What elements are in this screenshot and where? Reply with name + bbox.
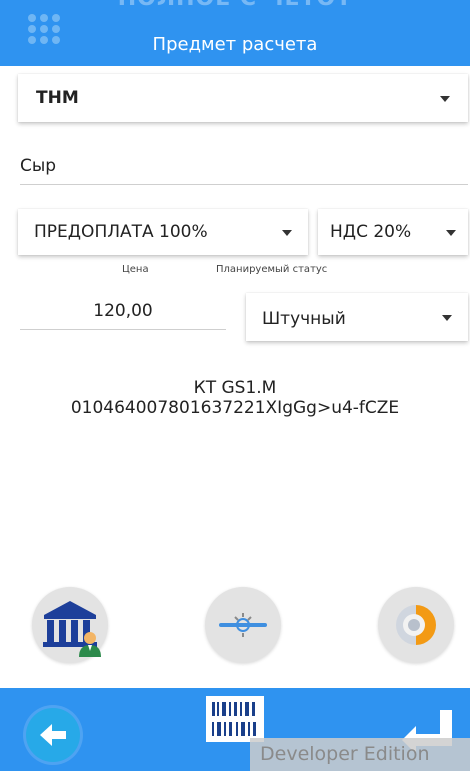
arrow-left-icon	[40, 724, 66, 746]
bank-with-person-icon	[43, 601, 101, 657]
vat-rate-select[interactable]: НДС 20%	[318, 209, 468, 255]
barcode-icon[interactable]	[206, 696, 264, 742]
scanner-icon	[219, 613, 267, 637]
planned-status-select[interactable]: Штучный	[246, 293, 468, 341]
planned-status-label: Планируемый статус	[216, 264, 328, 275]
page-title: Предмет расчета	[152, 34, 318, 55]
item-type-select[interactable]: ТНМ	[18, 74, 468, 122]
chevron-down-icon	[442, 315, 452, 321]
item-name-value: Сыр	[20, 156, 57, 176]
chevron-down-icon	[446, 230, 456, 236]
chevron-down-icon	[282, 230, 292, 236]
payment-method-value: ПРЕДОПЛАТА 100%	[34, 222, 208, 242]
scanner-button[interactable]	[205, 587, 281, 663]
marking-code: КТ GS1.M 010464007801637221XIgGg>u4-fCZE	[20, 378, 450, 418]
planned-status-value: Штучный	[262, 309, 346, 329]
dial-toggle-button[interactable]	[378, 587, 454, 663]
header-ghost-title: ПОЛНОЕ С ЧЕТОТ	[0, 0, 470, 11]
vat-rate-value: НДС 20%	[330, 222, 412, 242]
price-value: 120,00	[93, 301, 153, 321]
app-header: ПОЛНОЕ С ЧЕТОТ Предмет расчета	[0, 0, 470, 66]
price-label: Цена	[122, 264, 149, 275]
item-type-value: ТНМ	[36, 88, 79, 108]
marking-code-value: 010464007801637221XIgGg>u4-fCZE	[70, 398, 400, 418]
bottom-toolbar: Developer Edition	[0, 688, 470, 771]
developer-edition-watermark: Developer Edition	[250, 738, 470, 771]
price-field[interactable]: 120,00	[20, 291, 226, 330]
dial-toggle-icon	[396, 605, 436, 645]
item-name-field[interactable]: Сыр	[20, 144, 468, 185]
marking-code-type: КТ GS1.M	[193, 378, 277, 398]
back-button[interactable]	[26, 708, 80, 762]
payment-method-select[interactable]: ПРЕДОПЛАТА 100%	[18, 209, 308, 255]
chevron-down-icon	[440, 96, 450, 102]
bank-button[interactable]	[32, 587, 108, 663]
